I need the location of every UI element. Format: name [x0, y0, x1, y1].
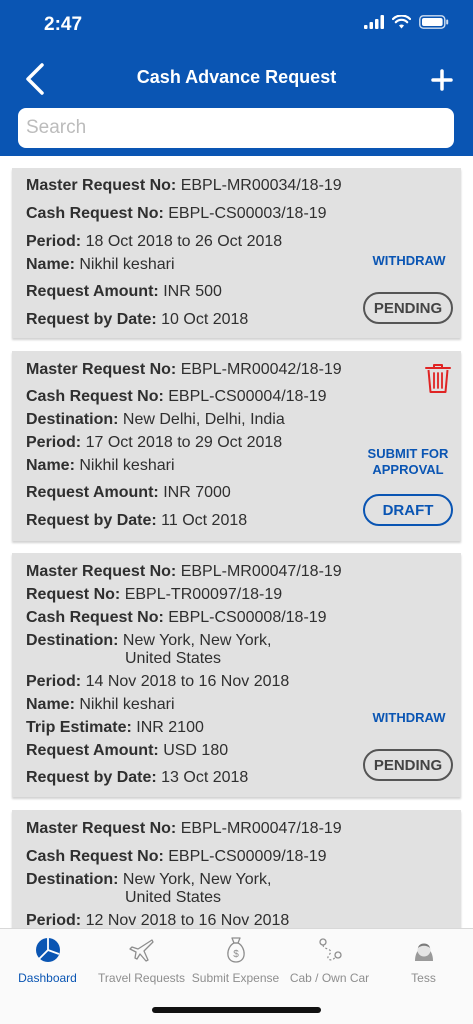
period-row: Period: 18 Oct 2018 to 26 Oct 2018 [26, 233, 283, 250]
request-card[interactable]: Master Request No: EBPL-MR00047/18-19 Ca… [12, 810, 461, 928]
tab-tess[interactable]: Tess [376, 935, 471, 985]
trash-icon[interactable] [423, 361, 453, 395]
tab-dashboard[interactable]: Dashboard [0, 935, 95, 985]
destination-row: Destination: New York, New York, [26, 632, 272, 649]
airplane-icon [128, 939, 154, 962]
cash-request-row: Cash Request No: EBPL-CS00004/18-19 [26, 388, 327, 405]
tab-submit-expense[interactable]: $ Submit Expense [188, 935, 283, 985]
master-request-row: Master Request No: EBPL-MR00042/18-19 [26, 361, 342, 378]
submit-for-approval-button[interactable]: SUBMIT FOR APPROVAL [360, 446, 456, 478]
period-row: Period: 14 Nov 2018 to 16 Nov 2018 [26, 673, 290, 690]
request-card[interactable]: Master Request No: EBPL-MR00042/18-19 Ca… [12, 351, 461, 541]
wifi-icon [392, 15, 411, 29]
amount-row: Request Amount: USD 180 [26, 742, 229, 759]
home-indicator[interactable] [152, 1007, 321, 1013]
tab-label: Tess [411, 971, 436, 985]
tab-cab-own-car[interactable]: Cab / Own Car [282, 935, 377, 985]
app-screen: { "status_bar": { "time": "2:47" }, "hea… [0, 0, 473, 1024]
request-date-row: Request by Date: 11 Oct 2018 [26, 512, 248, 529]
master-request-row: Master Request No: EBPL-MR00047/18-19 [26, 563, 342, 580]
status-badge: PENDING [363, 292, 453, 324]
amount-row: Request Amount: INR 7000 [26, 484, 231, 501]
status-badge: PENDING [363, 749, 453, 781]
trip-request-row: Request No: EBPL-TR00097/18-19 [26, 586, 283, 603]
cash-request-row: Cash Request No: EBPL-CS00003/18-19 [26, 205, 327, 222]
tab-label: Travel Requests [98, 971, 185, 985]
tab-travel-requests[interactable]: Travel Requests [94, 935, 189, 985]
destination-row: Destination: New Delhi, Delhi, India [26, 411, 285, 428]
signal-icon [364, 15, 384, 29]
battery-icon [419, 15, 449, 29]
request-card[interactable]: Master Request No: EBPL-MR00034/18-19 Ca… [12, 168, 461, 338]
pie-chart-icon [35, 938, 60, 962]
destination-row: Destination: New York, New York, [26, 871, 272, 888]
tab-label: Dashboard [18, 971, 77, 985]
page-title: Cash Advance Request [136, 67, 337, 87]
cash-request-row: Cash Request No: EBPL-CS00008/18-19 [26, 609, 327, 626]
master-request-row: Master Request No: EBPL-MR00034/18-19 [26, 177, 342, 194]
request-list[interactable]: Master Request No: EBPL-MR00034/18-19 Ca… [0, 156, 473, 928]
period-row: Period: 12 Nov 2018 to 16 Nov 2018 [26, 912, 290, 928]
request-date-row: Request by Date: 13 Oct 2018 [26, 769, 249, 786]
route-icon [318, 938, 342, 961]
withdraw-button[interactable]: WITHDRAW [364, 710, 454, 726]
add-request-button[interactable] [429, 67, 455, 93]
status-icons [364, 15, 449, 29]
submit-label-line1: SUBMIT FOR [367, 446, 449, 461]
request-card[interactable]: Master Request No: EBPL-MR00047/18-19 Re… [12, 553, 461, 797]
nav-header: 2:47 Cash Advance Request [0, 0, 473, 156]
status-time: 2:47 [44, 14, 83, 35]
status-badge: DRAFT [363, 494, 453, 526]
name-row: Name: Nikhil keshari [26, 256, 175, 273]
name-row: Name: Nikhil keshari [26, 457, 175, 474]
request-date-row: Request by Date: 10 Oct 2018 [26, 311, 249, 328]
trip-estimate-row: Trip Estimate: INR 2100 [26, 719, 204, 736]
search-input[interactable] [18, 108, 454, 148]
money-bag-icon: $ [226, 937, 245, 963]
tab-label: Submit Expense [191, 971, 280, 985]
tab-label: Cab / Own Car [289, 971, 370, 985]
destination-continued: United States [125, 889, 222, 906]
period-row: Period: 17 Oct 2018 to 29 Oct 2018 [26, 434, 283, 451]
svg-text:$: $ [233, 949, 239, 960]
assistant-avatar-icon [414, 943, 433, 961]
master-request-row: Master Request No: EBPL-MR00047/18-19 [26, 820, 342, 837]
destination-continued: United States [125, 650, 222, 667]
withdraw-button[interactable]: WITHDRAW [364, 253, 454, 269]
amount-row: Request Amount: INR 500 [26, 283, 222, 300]
submit-label-line2: APPROVAL [372, 462, 444, 477]
cash-request-row: Cash Request No: EBPL-CS00009/18-19 [26, 848, 327, 865]
name-row: Name: Nikhil keshari [26, 696, 175, 713]
